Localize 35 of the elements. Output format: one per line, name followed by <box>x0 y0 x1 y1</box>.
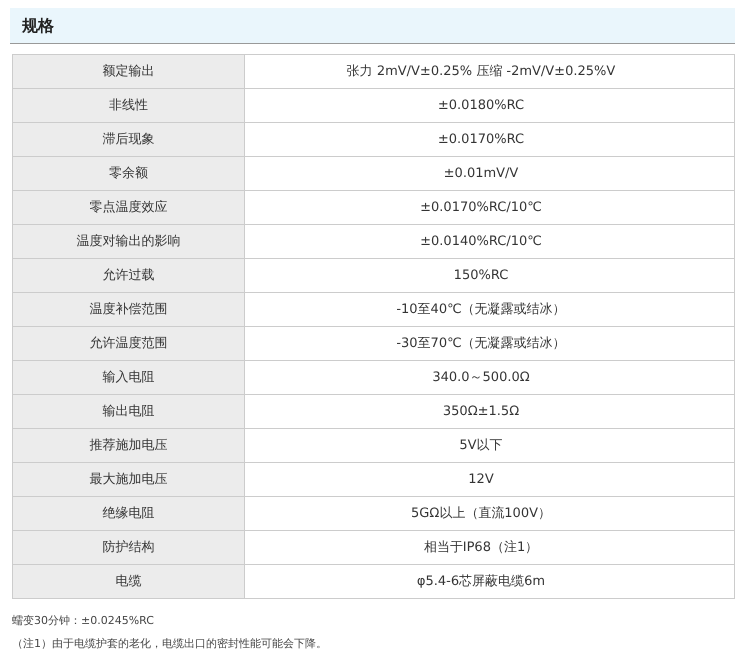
row-value: 350Ω±1.5Ω <box>244 394 734 428</box>
footnote: 蠕变30分钟：±0.0245%RC <box>12 613 155 629</box>
row-value: ±0.0170%RC/10℃ <box>244 190 734 224</box>
row-label: 绝缘电阻 <box>12 496 244 530</box>
row-value: ±0.01mV/V <box>244 156 734 190</box>
row-value: ±0.0170%RC <box>244 122 734 156</box>
row-label: 电缆 <box>12 564 244 598</box>
row-value: -10至40℃（无凝露或结冰） <box>244 292 734 326</box>
row-label: 零余额 <box>12 156 244 190</box>
row-label: 防护结构 <box>12 530 244 564</box>
row-value: ±0.0140%RC/10℃ <box>244 224 734 258</box>
row-value: 340.0～500.0Ω <box>244 360 734 394</box>
row-value: ±0.0180%RC <box>244 88 734 122</box>
row-label: 非线性 <box>12 88 244 122</box>
row-value: 150%RC <box>244 258 734 292</box>
footnote: （注1）由于电缆护套的老化，电缆出口的密封性能可能会下降。 <box>12 636 328 652</box>
row-value: 5V以下 <box>244 428 734 462</box>
row-label: 输出电阻 <box>12 394 244 428</box>
row-value: 12V <box>244 462 734 496</box>
row-label: 零点温度效应 <box>12 190 244 224</box>
row-label: 允许温度范围 <box>12 326 244 360</box>
row-value: 相当于IP68（注1） <box>244 530 734 564</box>
row-label: 允许过载 <box>12 258 244 292</box>
row-value: 张力 2mV/V±0.25% 压缩 -2mV/V±0.25%V <box>244 54 734 88</box>
row-value: φ5.4-6芯屏蔽电缆6m <box>244 564 734 598</box>
row-value: 5GΩ以上（直流100V） <box>244 496 734 530</box>
row-label: 额定输出 <box>12 54 244 88</box>
section-title: 规格 <box>22 14 54 36</box>
row-value: -30至70℃（无凝露或结冰） <box>244 326 734 360</box>
row-label: 输入电阻 <box>12 360 244 394</box>
row-label: 温度补偿范围 <box>12 292 244 326</box>
row-label: 温度对输出的影响 <box>12 224 244 258</box>
row-label: 最大施加电压 <box>12 462 244 496</box>
row-label: 推荐施加电压 <box>12 428 244 462</box>
row-label: 滞后现象 <box>12 122 244 156</box>
